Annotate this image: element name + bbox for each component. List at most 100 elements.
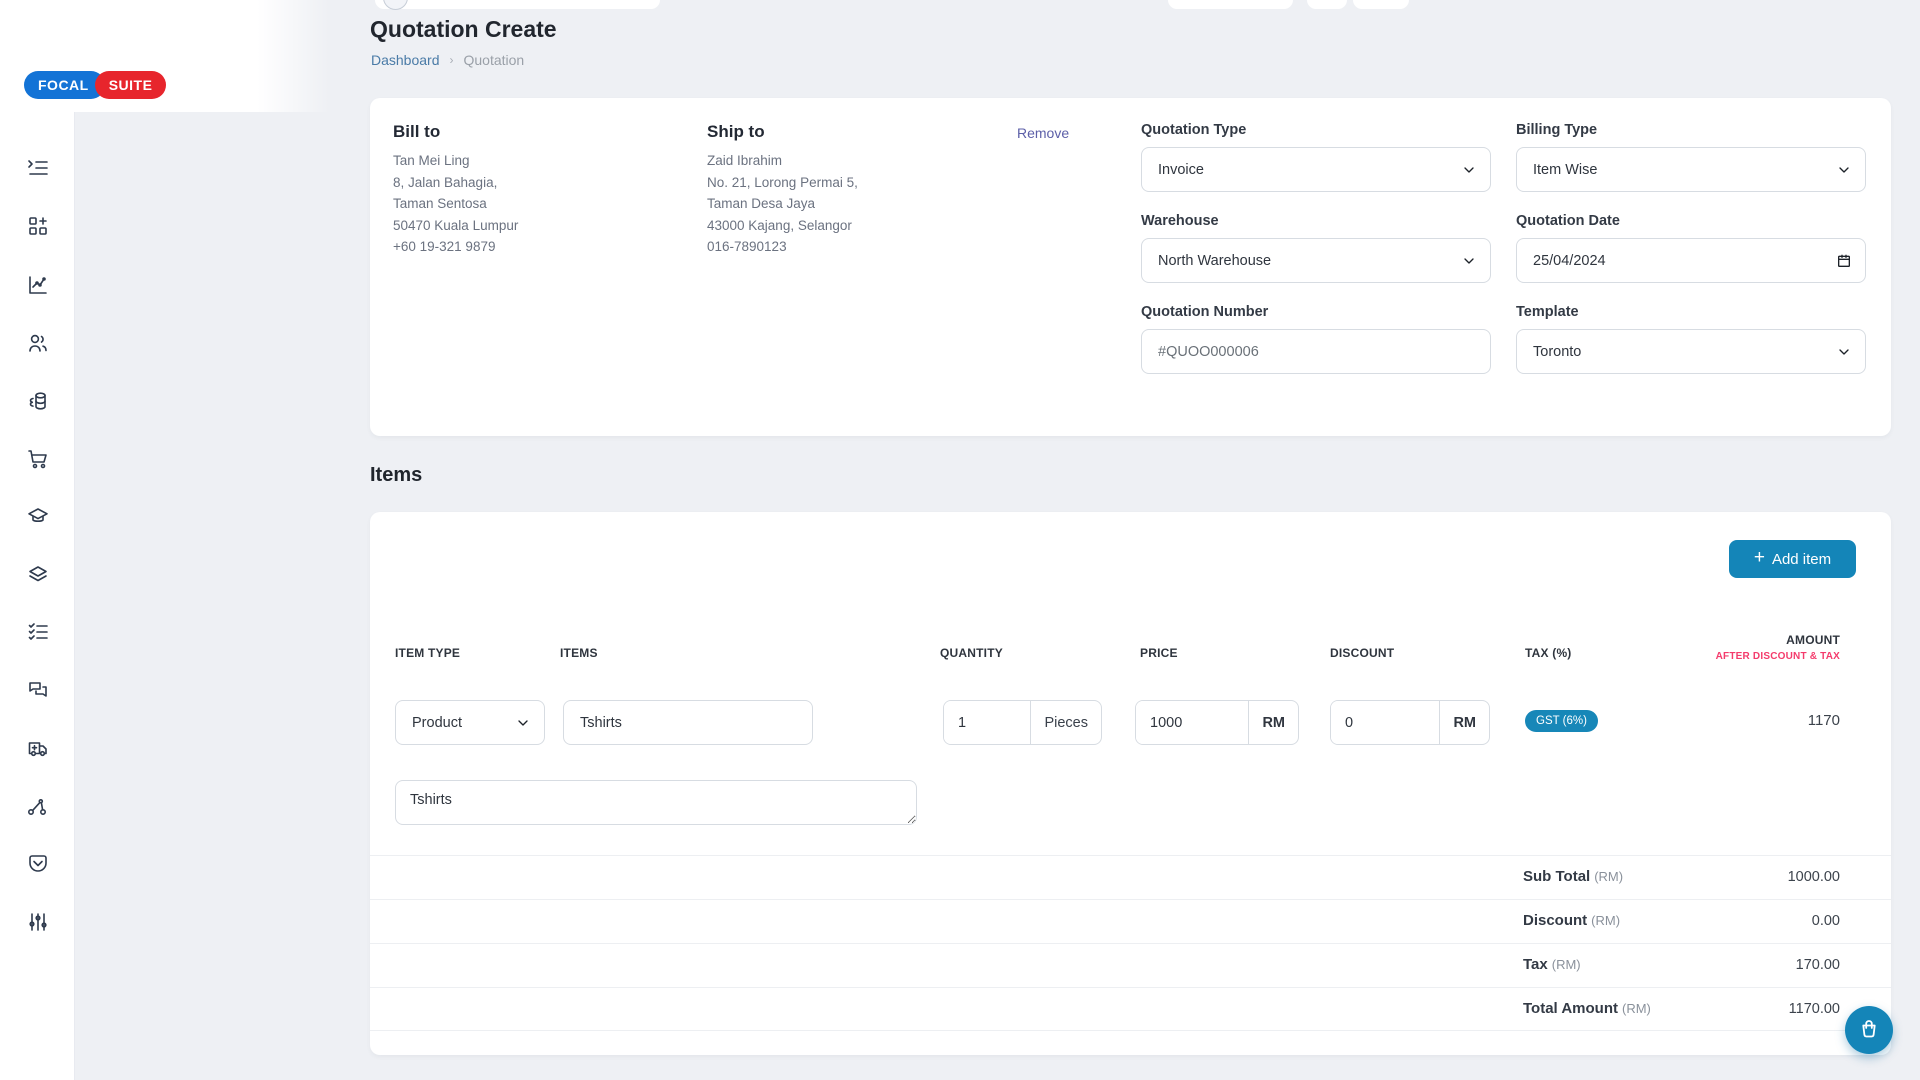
network-nodes-icon[interactable] [26, 795, 50, 819]
template-select[interactable]: Toronto [1516, 329, 1866, 374]
quantity-group: Pieces [943, 700, 1102, 745]
breadcrumb-current: Quotation [464, 52, 525, 68]
delivery-truck-icon[interactable] [26, 736, 50, 760]
template-field: Template Toronto [1516, 304, 1866, 374]
amount-header-subtitle: AFTER DISCOUNT & TAX [1716, 651, 1840, 662]
chevron-down-icon [1836, 344, 1852, 364]
item-description-textarea[interactable]: Tshirts [395, 780, 917, 825]
subtotal-row: Sub Total(RM) 1000.00 [370, 855, 1891, 899]
topbar-search-remnant[interactable] [375, 0, 660, 9]
quotation-date-value: 25/04/2024 [1533, 253, 1606, 269]
discount-group: RM [1330, 700, 1490, 745]
tax-badge[interactable]: GST (6%) [1525, 710, 1598, 732]
discount-total-value: 0.00 [1812, 913, 1840, 929]
item-type-select[interactable]: Product [395, 700, 545, 745]
breadcrumb: Dashboard › Quotation [371, 52, 524, 68]
shopping-cart-icon[interactable] [26, 447, 50, 471]
quotation-type-select[interactable]: Invoice [1141, 147, 1491, 192]
quotation-date-label: Quotation Date [1516, 213, 1866, 229]
warehouse-field: Warehouse North Warehouse [1141, 213, 1491, 283]
column-header-quantity: QUANTITY [940, 646, 1003, 660]
column-header-discount: DISCOUNT [1330, 646, 1394, 660]
column-header-price: PRICE [1140, 646, 1178, 660]
messages-icon[interactable] [26, 678, 50, 702]
total-amount-value: 1170.00 [1789, 1001, 1840, 1017]
apps-grid-icon[interactable] [26, 214, 50, 238]
brand-logo[interactable]: FOCAL SUITE [24, 71, 166, 99]
education-cap-icon[interactable] [26, 504, 50, 528]
topbar-button-remnant[interactable] [1307, 0, 1347, 9]
topbar-button-remnant[interactable] [1168, 0, 1293, 9]
bill-to-heading: Bill to [393, 122, 440, 142]
subtotal-label: Sub Total(RM) [1523, 868, 1623, 885]
item-type-value: Product [412, 715, 462, 731]
quotation-number-input[interactable] [1141, 329, 1491, 374]
item-name-input[interactable] [563, 700, 813, 745]
column-header-items: ITEMS [560, 646, 598, 660]
quantity-unit-addon: Pieces [1030, 701, 1101, 744]
cart-fab-button[interactable] [1845, 1006, 1893, 1054]
tax-total-row: Tax(RM) 170.00 [370, 943, 1891, 987]
warehouse-select[interactable]: North Warehouse [1141, 238, 1491, 283]
logo-panel: FOCAL SUITE [0, 0, 330, 112]
quotation-date-input[interactable]: 25/04/2024 [1516, 238, 1866, 283]
bill-to-line: 8, Jalan Bahagia, [393, 172, 518, 194]
settings-sliders-icon[interactable] [26, 910, 50, 934]
topbar-button-remnant[interactable] [1353, 0, 1409, 9]
ship-to-phone: 016-7890123 [707, 236, 858, 258]
calendar-icon[interactable] [1836, 253, 1852, 273]
row-amount-value: 1170 [1808, 712, 1840, 729]
items-section-heading: Items [370, 464, 422, 487]
column-header-tax: TAX (%) [1525, 646, 1572, 660]
column-header-amount: AMOUNT AFTER DISCOUNT & TAX [1716, 633, 1840, 662]
price-input[interactable] [1136, 701, 1248, 744]
finance-coins-icon[interactable] [26, 389, 50, 413]
quotation-number-field: Quotation Number [1141, 304, 1491, 374]
quotation-number-label: Quotation Number [1141, 304, 1491, 320]
menu-list-icon[interactable] [26, 156, 50, 180]
breadcrumb-dashboard-link[interactable]: Dashboard [371, 52, 440, 68]
bill-to-name: Tan Mei Ling [393, 150, 518, 172]
sidebar [0, 0, 75, 1080]
amount-header-main: AMOUNT [1716, 633, 1840, 647]
ship-to-address: Zaid Ibrahim No. 21, Lorong Permai 5, Ta… [707, 150, 858, 258]
template-value: Toronto [1533, 344, 1581, 360]
total-amount-label: Total Amount(RM) [1523, 1000, 1651, 1017]
quotation-type-field: Quotation Type Invoice [1141, 122, 1491, 192]
layers-icon[interactable] [26, 562, 50, 586]
template-label: Template [1516, 304, 1866, 320]
totals-section: Sub Total(RM) 1000.00 Discount(RM) 0.00 … [370, 855, 1891, 1031]
quotation-type-label: Quotation Type [1141, 122, 1491, 138]
chevron-down-icon [1461, 162, 1477, 182]
discount-input[interactable] [1331, 701, 1439, 744]
discount-total-label: Discount(RM) [1523, 912, 1620, 929]
ship-to-line: 43000 Kajang, Selangor [707, 215, 858, 237]
subtotal-unit: (RM) [1594, 869, 1623, 884]
billing-type-select[interactable]: Item Wise [1516, 147, 1866, 192]
quotation-date-field: Quotation Date 25/04/2024 [1516, 213, 1866, 283]
remove-address-link[interactable]: Remove [1017, 125, 1069, 141]
billing-type-field: Billing Type Item Wise [1516, 122, 1866, 192]
chevron-right-icon: › [450, 53, 454, 67]
discount-total-row: Discount(RM) 0.00 [370, 899, 1891, 943]
bill-to-address: Tan Mei Ling 8, Jalan Bahagia, Taman Sen… [393, 150, 518, 258]
bill-to-line: 50470 Kuala Lumpur [393, 215, 518, 237]
checklist-icon[interactable] [26, 620, 50, 644]
chevron-down-icon [1836, 162, 1852, 182]
subtotal-value: 1000.00 [1788, 869, 1840, 885]
quotation-details-card: Bill to Tan Mei Ling 8, Jalan Bahagia, T… [370, 98, 1891, 436]
users-icon[interactable] [26, 331, 50, 355]
pocket-icon[interactable] [26, 852, 50, 876]
quantity-input[interactable] [944, 701, 1030, 744]
ship-to-name: Zaid Ibrahim [707, 150, 858, 172]
bill-to-line: Taman Sentosa [393, 193, 518, 215]
add-item-label: Add item [1772, 551, 1831, 568]
price-group: RM [1135, 700, 1299, 745]
ship-to-heading: Ship to [707, 122, 765, 142]
warehouse-value: North Warehouse [1158, 253, 1271, 269]
chevron-down-icon [1461, 253, 1477, 273]
page-title: Quotation Create [370, 16, 557, 43]
ship-to-line: Taman Desa Jaya [707, 193, 858, 215]
analytics-chart-icon[interactable] [26, 273, 50, 297]
add-item-button[interactable]: + Add item [1729, 540, 1856, 578]
